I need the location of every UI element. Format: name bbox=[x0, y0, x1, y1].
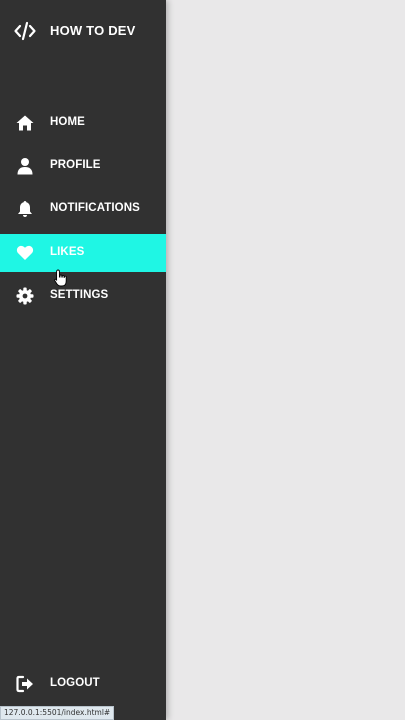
main-content-area bbox=[166, 0, 405, 720]
sidebar: HOW TO DEV HOME PROFILE NOTIFICATIONS LI… bbox=[0, 0, 166, 720]
sidebar-item-label: SETTINGS bbox=[50, 289, 109, 301]
sidebar-item-label: PROFILE bbox=[50, 159, 101, 171]
sidebar-item-notifications[interactable]: NOTIFICATIONS bbox=[0, 190, 166, 228]
sidebar-item-label: NOTIFICATIONS bbox=[50, 202, 140, 214]
brand-link[interactable]: HOW TO DEV bbox=[0, 17, 166, 45]
brand-label: HOW TO DEV bbox=[50, 23, 136, 38]
sidebar-item-label: LIKES bbox=[50, 246, 85, 258]
sidebar-item-logout[interactable]: LOGOUT bbox=[0, 665, 166, 703]
status-bar-url: 127.0.0.1:5501/index.html# bbox=[0, 706, 115, 720]
sidebar-item-label: HOME bbox=[50, 116, 85, 128]
sidebar-item-profile[interactable]: PROFILE bbox=[0, 147, 166, 185]
heart-icon bbox=[16, 244, 34, 262]
gear-icon bbox=[16, 287, 34, 305]
code-icon bbox=[14, 21, 36, 41]
bell-icon bbox=[16, 200, 34, 218]
sidebar-item-label: LOGOUT bbox=[50, 677, 100, 689]
sign-out-icon bbox=[16, 675, 34, 693]
sidebar-item-settings[interactable]: SETTINGS bbox=[0, 277, 166, 315]
sidebar-item-home[interactable]: HOME bbox=[0, 104, 166, 142]
home-icon bbox=[16, 114, 34, 132]
sidebar-item-likes[interactable]: LIKES bbox=[0, 234, 166, 272]
user-icon bbox=[16, 157, 34, 175]
